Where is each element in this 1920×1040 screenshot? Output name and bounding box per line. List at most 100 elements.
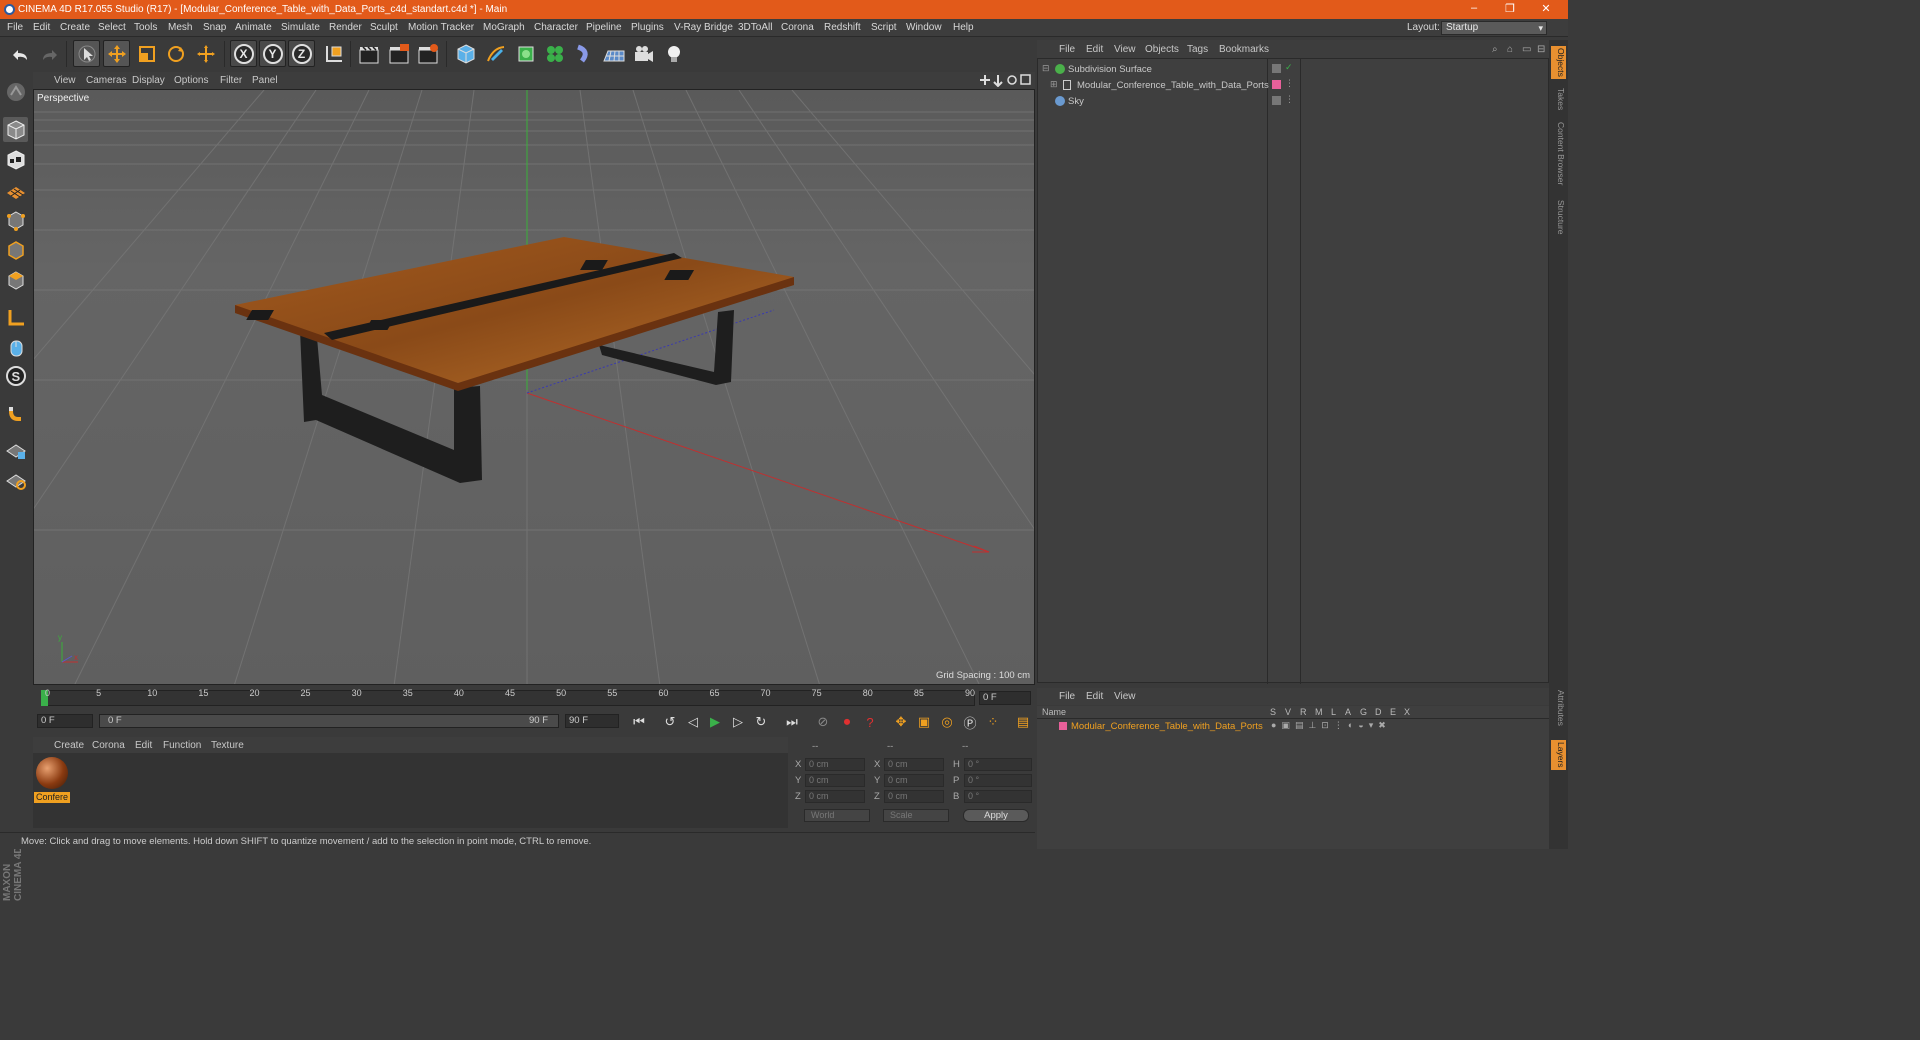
end-frame-field[interactable]: 90 F <box>565 714 619 728</box>
rotation-p-field[interactable]: 0 ° <box>964 774 1032 787</box>
material-menu-edit[interactable]: Edit <box>135 740 152 751</box>
menu-snap[interactable]: Snap <box>203 22 226 33</box>
polygons-mode-button[interactable] <box>3 267 28 292</box>
key-parameter-button[interactable]: Ⓟ <box>960 712 980 732</box>
viewport-menu-panel[interactable]: Panel <box>252 75 278 86</box>
menu-3dtoall[interactable]: 3DToAll <box>738 22 772 33</box>
menu-tools[interactable]: Tools <box>134 22 157 33</box>
play-button[interactable]: ▶ <box>705 712 725 732</box>
material-name-label[interactable]: Confere <box>34 792 70 803</box>
object-manager-list[interactable]: ⊟ Subdivision Surface ✓ ⊞ Modular_Confer… <box>1037 58 1550 684</box>
coordinate-system-button[interactable] <box>320 40 347 67</box>
floor-button[interactable] <box>600 40 627 67</box>
undo-button[interactable] <box>6 40 33 67</box>
magnet-snap-button[interactable] <box>3 401 28 426</box>
pen-spline-button[interactable] <box>482 40 509 67</box>
material-menu-corona[interactable]: Corona <box>92 740 125 751</box>
cloner-button[interactable] <box>541 40 568 67</box>
layer-flags-icons[interactable]: ●▣▤⊥⊡⋮◐◒▾✖ <box>1271 720 1391 731</box>
lm-menu-file[interactable]: File <box>1059 691 1075 702</box>
layer-name[interactable]: Modular_Conference_Table_with_Data_Ports <box>1071 721 1263 732</box>
layer-row[interactable]: Modular_Conference_Table_with_Data_Ports… <box>1037 719 1549 733</box>
menu-plugins[interactable]: Plugins <box>631 22 664 33</box>
rotation-b-field[interactable]: 0 ° <box>964 790 1032 803</box>
size-y-field[interactable]: 0 cm <box>884 774 944 787</box>
x-axis-lock-button[interactable]: X <box>230 40 257 67</box>
previous-key-button[interactable]: ↺ <box>660 712 680 732</box>
render-settings-button[interactable] <box>414 40 441 67</box>
next-frame-button[interactable]: ▷ <box>728 712 748 732</box>
position-x-field[interactable]: 0 cm <box>805 758 865 771</box>
om-menu-bookmarks[interactable]: Bookmarks <box>1219 44 1269 55</box>
points-mode-button[interactable] <box>3 207 28 232</box>
viewport-menu-cameras[interactable]: Cameras <box>86 75 127 86</box>
key-point-level-button[interactable]: ⁘ <box>983 712 1003 732</box>
tab-layers[interactable]: Layers <box>1551 740 1566 770</box>
size-z-field[interactable]: 0 cm <box>884 790 944 803</box>
menu-simulate[interactable]: Simulate <box>281 22 320 33</box>
object-row-subdivision[interactable]: ⊟ Subdivision Surface ✓ <box>1038 61 1550 77</box>
enable-axis-button[interactable] <box>3 305 28 330</box>
material-preview-sphere[interactable] <box>36 757 68 789</box>
menu-help[interactable]: Help <box>953 22 974 33</box>
move-tool-button[interactable] <box>103 40 130 67</box>
key-scale-button[interactable]: ▣ <box>914 712 934 732</box>
transform-tool-button[interactable] <box>192 40 219 67</box>
menu-redshift[interactable]: Redshift <box>824 22 861 33</box>
coordinate-mode-dropdown[interactable]: World <box>804 809 870 822</box>
size-x-field[interactable]: 0 cm <box>884 758 944 771</box>
frame-range-slider[interactable]: 0 F 90 F <box>99 714 559 728</box>
object-name[interactable]: Subdivision Surface <box>1068 64 1152 75</box>
layer-swatch-icon[interactable] <box>1272 64 1281 73</box>
menu-create[interactable]: Create <box>60 22 90 33</box>
object-row-table[interactable]: ⊞ Modular_Conference_Table_with_Data_Por… <box>1038 77 1550 93</box>
menu-edit[interactable]: Edit <box>33 22 50 33</box>
viewport-menu-display[interactable]: Display <box>132 75 165 86</box>
maximize-button[interactable]: ❐ <box>1495 2 1525 17</box>
live-selection-button[interactable] <box>73 40 100 67</box>
record-button[interactable]: ⏺ <box>837 712 857 732</box>
camera-button[interactable] <box>630 40 657 67</box>
transform-mode-dropdown[interactable]: Scale <box>883 809 949 822</box>
subdivision-surface-button[interactable] <box>512 40 539 67</box>
enabled-check-icon[interactable]: ✓ <box>1285 62 1293 73</box>
make-editable-button[interactable] <box>3 79 28 104</box>
menu-script[interactable]: Script <box>871 22 897 33</box>
tab-objects[interactable]: Objects <box>1551 46 1566 79</box>
object-row-sky[interactable]: Sky ⋮ <box>1038 93 1550 109</box>
z-axis-lock-button[interactable]: Z <box>288 40 315 67</box>
menu-file[interactable]: File <box>7 22 23 33</box>
menu-motion-tracker[interactable]: Motion Tracker <box>408 22 474 33</box>
lm-menu-edit[interactable]: Edit <box>1086 691 1103 702</box>
go-to-start-button[interactable]: ⏮ <box>629 712 649 732</box>
object-name[interactable]: Modular_Conference_Table_with_Data_Ports <box>1077 80 1269 91</box>
menu-mesh[interactable]: Mesh <box>168 22 192 33</box>
workplane-mode-button[interactable] <box>3 177 28 202</box>
layer-color-icon[interactable] <box>1272 80 1281 89</box>
om-menu-file[interactable]: File <box>1059 44 1075 55</box>
visibility-dots-icon[interactable]: ⋮ <box>1285 78 1294 89</box>
keyframe-selection-button[interactable]: ⊘ <box>813 712 833 732</box>
next-key-button[interactable]: ↻ <box>751 712 771 732</box>
snap-settings-button[interactable]: S <box>3 363 28 388</box>
expand-toggle-icon[interactable]: ⊞ <box>1050 79 1058 90</box>
close-button[interactable]: ✕ <box>1531 2 1561 17</box>
edges-mode-button[interactable] <box>3 237 28 262</box>
rotate-tool-button[interactable] <box>162 40 189 67</box>
light-button[interactable] <box>660 40 687 67</box>
go-to-end-button[interactable]: ⏭ <box>782 712 802 732</box>
perspective-viewport[interactable]: Perspective y x Grid Spacing : 100 cm <box>33 89 1035 685</box>
tab-structure[interactable]: Structure <box>1551 200 1566 235</box>
render-view-button[interactable] <box>355 40 382 67</box>
texture-mode-button[interactable] <box>3 147 28 172</box>
minimize-button[interactable]: – <box>1459 2 1489 17</box>
timeline-ruler[interactable]: 0 5 10 15 20 25 30 35 40 45 50 55 60 65 70 75 80 85 90 0 F <box>33 686 1035 711</box>
material-manager-area[interactable]: Confere <box>33 753 788 828</box>
deformer-button[interactable] <box>570 40 597 67</box>
rotation-h-field[interactable]: 0 ° <box>964 758 1032 771</box>
model-mode-button[interactable] <box>3 117 28 142</box>
layer-color-swatch[interactable] <box>1059 722 1067 730</box>
om-menu-objects[interactable]: Objects <box>1145 44 1179 55</box>
layer-swatch-icon[interactable] <box>1272 96 1281 105</box>
menu-vray-bridge[interactable]: V-Ray Bridge <box>674 22 733 33</box>
